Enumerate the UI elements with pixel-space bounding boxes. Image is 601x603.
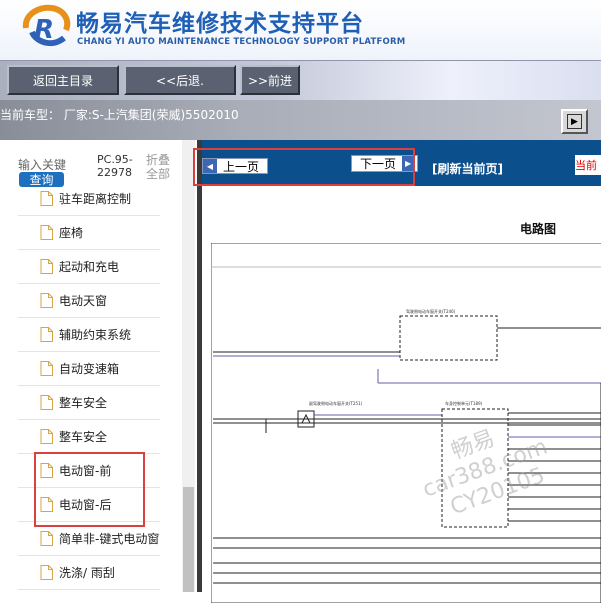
- tree-item[interactable]: 简单非-键式电动窗: [18, 522, 160, 556]
- svg-text:R: R: [34, 15, 54, 45]
- current-vehicle-label: 当前车型： 厂家:S-上汽集团(荣威)5502010: [0, 108, 239, 122]
- tree-item[interactable]: 座椅: [18, 216, 160, 250]
- document-icon: [40, 225, 53, 240]
- document-icon: [40, 429, 53, 444]
- toolbar-highlight-box: [193, 148, 415, 186]
- tree-item[interactable]: 电动天窗: [18, 284, 160, 318]
- tree-item[interactable]: 辅助约束系统: [18, 318, 160, 352]
- tree-item-label: 电动天窗: [59, 294, 108, 308]
- platform-subtitle: CHANG YI AUTO MAINTENANCE TECHNOLOGY SUP…: [77, 37, 406, 47]
- tree-item[interactable]: 起动和充电: [18, 250, 160, 284]
- collapse-all-link[interactable]: 折叠 全部: [146, 153, 170, 181]
- tree-item[interactable]: 驻车距离控制: [18, 182, 160, 216]
- document-icon: [40, 293, 53, 308]
- diagram-title: 电路图: [520, 222, 557, 236]
- tree-item-label: 整车安全: [59, 430, 108, 444]
- refresh-page-link[interactable]: [刷新当前页]: [432, 160, 503, 177]
- tree-item-label: 辅助约束系统: [59, 328, 132, 342]
- header-banner: R 畅易汽车维修技术支持平台 CHANG YI AUTO MAINTENANCE…: [0, 0, 601, 60]
- back-button[interactable]: <<后退.: [124, 65, 236, 95]
- arrow-right-icon: ▶: [567, 114, 582, 129]
- tree-item-label: 自动变速箱: [59, 362, 120, 376]
- tree-item-label: 洗涤/ 雨刮: [59, 566, 115, 580]
- document-icon: [40, 361, 53, 376]
- pc-code: PC.95- 22978: [97, 153, 133, 179]
- vehicle-bar: 当前车型： 厂家:S-上汽集团(荣威)5502010 ▶: [0, 100, 601, 140]
- tree-item[interactable]: 整车安全: [18, 386, 160, 420]
- document-icon: [40, 565, 53, 580]
- tree-item-label: 座椅: [59, 226, 84, 240]
- forward-button[interactable]: >>前进: [240, 65, 300, 95]
- platform-title: 畅易汽车维修技术支持平台: [76, 11, 364, 37]
- tree-item[interactable]: 洗涤/ 雨刮: [18, 556, 160, 590]
- tree-item-label: 驻车距离控制: [59, 192, 132, 206]
- document-icon: [40, 395, 53, 410]
- document-icon: [40, 327, 53, 342]
- logo-icon: R: [22, 4, 71, 47]
- tree-item[interactable]: 整车安全: [18, 420, 160, 454]
- nav-bar: 返回主目录 <<后退. >>前进: [0, 60, 601, 100]
- tree-item[interactable]: 自动变速箱: [18, 352, 160, 386]
- sidebar-scrollbar-thumb[interactable]: [183, 487, 194, 592]
- document-icon: [40, 531, 53, 546]
- tree-item-label: 整车安全: [59, 396, 108, 410]
- document-icon: [40, 191, 53, 206]
- current-tab[interactable]: 当前: [575, 155, 601, 175]
- switch-passenger-label: 副驾驶侧电动车窗开关(T251): [309, 400, 363, 406]
- bcm-label: 车身控制单元(T189): [445, 400, 483, 406]
- switch-driver-label: 驾驶侧电动车窗开关(T246): [406, 308, 456, 314]
- home-button[interactable]: 返回主目录: [7, 65, 119, 95]
- tree-item-label: 简单非-键式电动窗: [59, 532, 160, 546]
- vehicle-toggle-button[interactable]: ▶: [561, 109, 588, 134]
- sidebar-highlight-box: [34, 452, 145, 527]
- tree-item-label: 起动和充电: [59, 260, 120, 274]
- wiring-diagram: 驾驶侧电动车窗开关(T246) 副驾驶侧电动车窗开关(T251) 车身控制单元(…: [211, 243, 601, 603]
- document-icon: [40, 259, 53, 274]
